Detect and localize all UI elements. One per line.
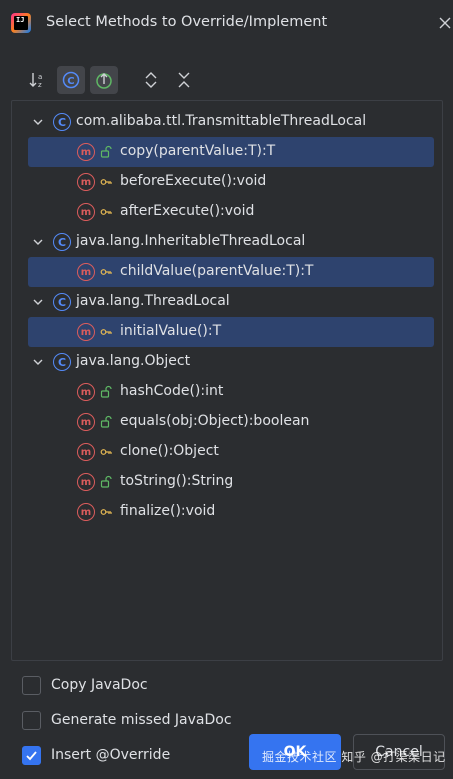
method-icon: m [77, 173, 95, 191]
method-icon: m [77, 203, 95, 221]
protected-key-icon [100, 209, 112, 215]
show-classes-icon: C [62, 71, 80, 89]
generate-javadoc-label: Generate missed JavaDoc [51, 712, 232, 728]
collapse-all-icon [178, 72, 190, 88]
show-inherited-icon [96, 73, 112, 89]
close-button[interactable] [436, 14, 453, 32]
methods-tree[interactable]: C com.alibaba.ttl.TransmittableThreadLoc… [11, 100, 443, 661]
protected-key-icon [100, 509, 112, 515]
method-icon: m [77, 383, 95, 401]
protected-key-icon [100, 449, 112, 455]
expand-all-icon [145, 72, 157, 88]
protected-key-icon [100, 269, 112, 275]
method-label: initialValue():T [120, 323, 222, 339]
checkmark-icon [26, 750, 37, 760]
copy-javadoc-checkbox[interactable] [22, 675, 41, 695]
sort-alphabetically-button[interactable]: a z [24, 66, 52, 94]
tree-method-row[interactable]: m initialValue():T [28, 317, 434, 347]
method-label: toString():String [120, 473, 234, 489]
method-icon: m [77, 263, 95, 281]
tree-method-row[interactable]: m toString():String [28, 467, 434, 497]
method-icon: m [77, 473, 95, 491]
protected-key-icon [100, 179, 112, 185]
chevron-down-icon[interactable] [32, 356, 44, 368]
svg-text:a: a [38, 73, 42, 81]
protected-key-icon [100, 329, 112, 335]
method-label: finalize():void [120, 503, 216, 519]
tree-method-row[interactable]: m finalize():void [28, 497, 434, 527]
class-name: java.lang.ThreadLocal [76, 293, 230, 309]
tree-method-row[interactable]: m childValue(parentValue:T):T [28, 257, 434, 287]
chevron-down-icon[interactable] [32, 296, 44, 308]
method-label: clone():Object [120, 443, 219, 459]
tree-method-row[interactable]: m equals(obj:Object):boolean [28, 407, 434, 437]
class-name: java.lang.Object [76, 353, 191, 369]
dialog-title: Select Methods to Override/Implement [46, 14, 328, 30]
class-icon: C [53, 113, 71, 131]
close-icon [439, 17, 451, 29]
tree-method-row[interactable]: m afterExecute():void [28, 197, 434, 227]
method-label: afterExecute():void [120, 203, 255, 219]
tree-class-row[interactable]: C java.lang.ThreadLocal [28, 287, 434, 317]
show-inherited-button[interactable] [90, 66, 118, 94]
method-icon: m [77, 143, 95, 161]
insert-override-checkbox[interactable] [22, 745, 41, 765]
chevron-down-icon[interactable] [32, 116, 44, 128]
method-icon: m [77, 503, 95, 521]
method-label: hashCode():int [120, 383, 224, 399]
class-icon: C [53, 233, 71, 251]
svg-text:C: C [67, 76, 74, 87]
chevron-down-icon[interactable] [32, 236, 44, 248]
svg-text:z: z [38, 81, 42, 89]
class-icon: C [53, 353, 71, 371]
class-icon: C [53, 293, 71, 311]
sort-alpha-icon: a z [29, 73, 42, 89]
tree-class-row[interactable]: C com.alibaba.ttl.TransmittableThreadLoc… [28, 107, 434, 137]
method-icon: m [77, 443, 95, 461]
public-lock-icon [100, 145, 112, 158]
show-classes-button[interactable]: C [57, 66, 85, 94]
method-label: beforeExecute():void [120, 173, 267, 189]
public-lock-icon [100, 385, 112, 398]
tree-method-row[interactable]: m clone():Object [28, 437, 434, 467]
method-icon: m [77, 323, 95, 341]
generate-javadoc-checkbox[interactable] [22, 710, 41, 730]
method-icon: m [77, 413, 95, 431]
insert-override-option[interactable]: Insert @Override [22, 745, 170, 765]
method-label: copy(parentValue:T):T [120, 143, 276, 159]
tree-method-row[interactable]: m copy(parentValue:T):T [28, 137, 434, 167]
expand-all-button[interactable] [137, 66, 165, 94]
public-lock-icon [100, 415, 112, 428]
class-name: java.lang.InheritableThreadLocal [76, 233, 306, 249]
title-bar: IJ Select Methods to Override/Implement [0, 0, 453, 46]
copy-javadoc-label: Copy JavaDoc [51, 677, 148, 693]
public-lock-icon [100, 475, 112, 488]
collapse-all-button[interactable] [170, 66, 198, 94]
copy-javadoc-option[interactable]: Copy JavaDoc [22, 675, 148, 695]
method-label: equals(obj:Object):boolean [120, 413, 310, 429]
tree-method-row[interactable]: m hashCode():int [28, 377, 434, 407]
method-label: childValue(parentValue:T):T [120, 263, 314, 279]
intellij-app-icon: IJ [11, 13, 31, 33]
insert-override-label: Insert @Override [51, 747, 171, 763]
tree-class-row[interactable]: C java.lang.InheritableThreadLocal [28, 227, 434, 257]
class-name: com.alibaba.ttl.TransmittableThreadLocal [76, 113, 367, 129]
tree-class-row[interactable]: C java.lang.Object [28, 347, 434, 377]
generate-javadoc-option[interactable]: Generate missed JavaDoc [22, 710, 232, 730]
toolbar: a z C [24, 66, 203, 94]
tree-method-row[interactable]: m beforeExecute():void [28, 167, 434, 197]
watermark: 掘金技术社区 知乎 @打渠渠日记 [262, 750, 446, 764]
